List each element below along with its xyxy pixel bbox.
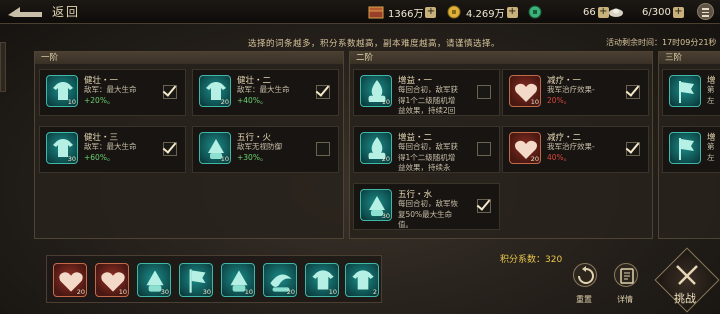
banner-icon	[669, 132, 701, 164]
heart-icon[interactable]: 20	[53, 263, 87, 297]
card-desc: 敌军：最大生命	[237, 85, 290, 94]
jade-value: 66	[583, 6, 596, 18]
hint-text: 选择的词条越多，积分系数越高，副本难度越高，请谨慎选择。	[248, 39, 501, 49]
panel-tier-3: 三阶 增 第 左 增 第 左	[658, 51, 720, 239]
card-desc: 每回合初，敌军恢	[398, 199, 458, 208]
heart-icon[interactable]: 10	[95, 263, 129, 297]
card-desc: 第	[707, 142, 715, 151]
resource-gold: 4.269万 +	[446, 4, 518, 20]
checkbox-checked[interactable]	[626, 142, 640, 156]
ingot-value: 6/300	[642, 6, 671, 18]
top-bar: 返回 1366万 + 4.269万 + 66 + 6/300 +	[0, 0, 720, 24]
panel-tier-2: 二阶 10 增益・一 每回合初，敌军获 得1个二级随机增 益效果，持续2回 10…	[349, 51, 653, 239]
gold-plus-button[interactable]: +	[506, 6, 518, 18]
heart-icon: 20	[509, 132, 541, 164]
selected-tray: 20 10 30 30 10 20 10 2	[46, 255, 382, 303]
muscle-body-icon: 10	[46, 75, 78, 107]
panel-title: 一阶	[35, 52, 343, 64]
buff-card[interactable]: 10 减疗・一 我军治疗效果- 20%。	[502, 69, 649, 116]
buff-card[interactable]: 20 健壮・二 敌军：最大生命 +40%。	[192, 69, 339, 116]
card-desc: 敌军：最大生命	[84, 142, 137, 151]
muscle-body-icon[interactable]: 10	[305, 263, 339, 297]
jade-coin-icon	[528, 5, 542, 19]
card-value: 40%。	[547, 153, 572, 162]
muscle-body-icon: 30	[46, 132, 78, 164]
heart-icon: 10	[509, 75, 541, 107]
reset-icon[interactable]	[573, 263, 597, 287]
card-desc-3: 益效果，持续永	[398, 163, 451, 172]
card-desc: 敌军：最大生命	[84, 85, 137, 94]
treasure-chest-icon	[368, 6, 384, 19]
card-desc-3: 值。	[398, 220, 413, 229]
checkbox-checked[interactable]	[316, 85, 330, 99]
buff-card[interactable]: 30 健壮・三 敌军：最大生命 +60%。	[39, 126, 186, 173]
gold-coin-icon	[447, 5, 461, 19]
buff-card[interactable]: 10 五行・火 敌军无视防御 +30%。	[192, 126, 339, 173]
ingot-plus-button[interactable]: +	[672, 6, 684, 18]
checkbox-unchecked[interactable]	[477, 85, 491, 99]
card-value: +40%。	[237, 96, 268, 105]
flame-icon: 10	[360, 75, 392, 107]
checkbox-checked[interactable]	[477, 199, 491, 213]
card-desc-3: 益效果，持续2回	[398, 106, 456, 115]
card-desc: 我军治疗效果-	[547, 85, 595, 94]
menu-icon[interactable]	[697, 3, 714, 20]
buff-card[interactable]: 增 第 左	[662, 69, 720, 116]
panel-tier-1: 一阶 10 健壮・一 敌军：最大生命 +20%。 20 健壮・二 敌军：最大生命…	[34, 51, 344, 239]
back-label[interactable]: 返回	[52, 3, 80, 20]
buff-card[interactable]: 10 增益・一 每回合初，敌军获 得1个二级随机增 益效果，持续2回	[353, 69, 500, 116]
card-value: 20%。	[547, 96, 572, 105]
card-desc-2: 左	[707, 96, 715, 105]
panel-title: 二阶	[350, 52, 652, 64]
resource-ingot: 6/300 +	[608, 4, 684, 20]
checkbox-unchecked[interactable]	[477, 142, 491, 156]
card-desc: 每回合初，敌军获	[398, 142, 458, 151]
fan-hand-icon[interactable]: 30	[137, 263, 171, 297]
card-value: +60%。	[84, 153, 115, 162]
silver-ingot-icon	[609, 8, 623, 17]
muscle-body-icon: 20	[199, 75, 231, 107]
buff-card[interactable]: 10 健壮・一 敌军：最大生命 +20%。	[39, 69, 186, 116]
chest-plus-button[interactable]: +	[425, 6, 437, 18]
buff-card[interactable]: 增 第 左	[662, 126, 720, 173]
buff-card[interactable]: 20 增益・二 每回合初，敌军获 得1个二级随机增 益效果，持续永	[353, 126, 500, 173]
resource-chest: 1366万 +	[368, 4, 437, 20]
checkbox-unchecked[interactable]	[316, 142, 330, 156]
card-desc: 敌军无视防御	[237, 142, 282, 151]
checkbox-checked[interactable]	[163, 85, 177, 99]
back-arrow-icon[interactable]	[6, 3, 44, 21]
fan-hand-icon[interactable]: 10	[221, 263, 255, 297]
chest-value: 1366万	[388, 8, 424, 20]
fan-hand-icon: 30	[360, 189, 392, 221]
banner-icon[interactable]: 30	[179, 263, 213, 297]
fan-hand-icon: 10	[199, 132, 231, 164]
panel-title: 三阶	[659, 52, 720, 64]
banner-icon	[669, 75, 701, 107]
score-coefficient: 积分系数：320	[500, 255, 563, 265]
details-icon[interactable]	[614, 263, 638, 287]
flame-icon: 20	[360, 132, 392, 164]
card-desc-2: 左	[707, 153, 715, 162]
gold-value: 4.269万	[466, 8, 505, 20]
card-value: +30%。	[237, 153, 268, 162]
scroll-icon[interactable]: 20	[263, 263, 297, 297]
reset-button[interactable]: 重置	[576, 294, 592, 305]
challenge-label[interactable]: 挑战	[674, 290, 696, 306]
checkbox-checked[interactable]	[626, 85, 640, 99]
details-button[interactable]: 详情	[617, 294, 633, 305]
resource-jade: 66 +	[527, 4, 609, 20]
muscle-body-icon[interactable]: 2	[345, 263, 379, 297]
card-value: +20%。	[84, 96, 115, 105]
buff-card[interactable]: 20 减疗・二 我军治疗效果- 40%。	[502, 126, 649, 173]
checkbox-checked[interactable]	[163, 142, 177, 156]
card-desc: 第	[707, 85, 715, 94]
card-desc: 每回合初，敌军获	[398, 85, 458, 94]
card-desc: 我军治疗效果-	[547, 142, 595, 151]
timer-text: 活动剩余时间：17时09分21秒	[606, 38, 717, 47]
side-tab[interactable]	[0, 42, 6, 92]
crossed-swords-icon	[676, 265, 698, 285]
buff-card[interactable]: 30 五行・水 每回合初，敌军恢 复50%最大生命 值。	[353, 183, 500, 230]
